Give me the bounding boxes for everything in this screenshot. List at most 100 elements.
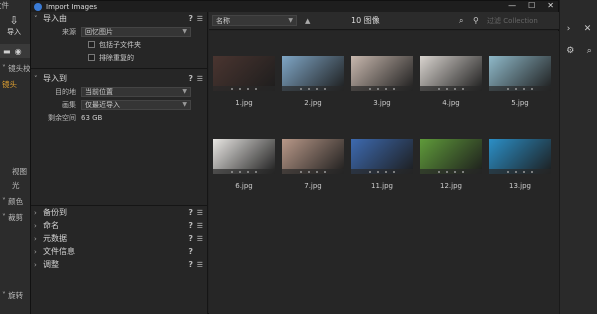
help-icon[interactable]: ? — [188, 14, 193, 23]
import-button[interactable]: ⇩ 导入 — [4, 14, 24, 37]
bg-right-row-1: › ✕ — [560, 24, 597, 34]
thumbnail-item[interactable]: 6.jpg — [213, 139, 275, 190]
section-metadata[interactable]: › 元数据 ? ☰ — [31, 232, 207, 245]
thumbnail-image[interactable] — [351, 139, 413, 174]
thumbnail-filename: 1.jpg — [235, 99, 253, 107]
thumbnail-image[interactable] — [489, 139, 551, 174]
thumbnail-filename: 13.jpg — [509, 182, 531, 190]
album-select[interactable]: 仅最近导入 ▼ — [81, 99, 191, 110]
thumbnail-image[interactable] — [282, 56, 344, 91]
section-title: 导入由 — [43, 14, 67, 23]
help-icon[interactable]: ? — [188, 74, 193, 83]
chevron-down-icon: ˅ — [34, 14, 38, 23]
source-row: 来源 回忆图片 ▼ — [31, 25, 207, 38]
chevron-right-icon[interactable]: › — [567, 24, 571, 34]
album-value: 仅最近导入 — [85, 100, 120, 109]
window-buttons: — ☐ ✕ — [508, 1, 554, 10]
thumbnail-filename: 12.jpg — [440, 182, 462, 190]
sort-select[interactable]: 名称 ▼ — [212, 15, 297, 26]
help-icon[interactable]: ? — [188, 208, 193, 217]
destination-select[interactable]: 当前位置 ▼ — [81, 86, 191, 97]
section-file-info[interactable]: › 文件信息 ? — [31, 245, 207, 258]
close-icon[interactable]: ✕ — [584, 24, 592, 34]
thumbnail-item[interactable]: 7.jpg — [282, 139, 344, 190]
thumbnail-toolbar — [420, 86, 482, 91]
close-icon[interactable]: ✕ — [547, 1, 554, 10]
thumbnail-image[interactable] — [351, 56, 413, 91]
destination-label: 目的地 — [55, 87, 76, 96]
thumbnail-toolbar — [213, 169, 275, 174]
thumbnail-item[interactable]: 3.jpg — [351, 56, 413, 107]
section-title: 调整 — [43, 260, 59, 269]
maximize-icon[interactable]: ☐ — [528, 1, 535, 10]
chevron-down-icon: ▼ — [182, 88, 187, 95]
thumbnail-image[interactable] — [420, 56, 482, 91]
thumbnail-item[interactable]: 12.jpg — [420, 139, 482, 190]
menu-icon[interactable]: ☰ — [197, 222, 203, 230]
dialog-titlebar[interactable]: Import Images — ☐ ✕ — [31, 1, 558, 12]
section-title: 导入到 — [43, 74, 67, 83]
filter-icon[interactable]: ⚲ — [473, 16, 479, 25]
exclude-duplicates-row[interactable]: 排除重复的 — [31, 51, 207, 64]
help-icon[interactable]: ? — [188, 247, 193, 256]
settings-icon[interactable]: ⚙ — [566, 46, 574, 56]
bg-lens-label: ˅ 镜头校 — [2, 64, 31, 73]
thumbnail-item[interactable]: 2.jpg — [282, 56, 344, 107]
menu-icon[interactable]: ☰ — [197, 261, 203, 269]
thumbnail-item[interactable]: 4.jpg — [420, 56, 482, 107]
thumbnail-image[interactable] — [489, 56, 551, 91]
filter-input[interactable]: 过滤 Collection — [487, 15, 551, 26]
destination-row: 目的地 当前位置 ▼ — [31, 85, 207, 98]
album-row: 画集 仅最近导入 ▼ — [31, 98, 207, 111]
search-icon[interactable]: ⌕ — [587, 46, 592, 56]
album-label: 画集 — [62, 100, 76, 109]
thumbnail-item[interactable]: 5.jpg — [489, 56, 551, 107]
include-subfolders-checkbox[interactable] — [88, 41, 95, 48]
thumbnail-image[interactable] — [420, 139, 482, 174]
thumbnail-image[interactable] — [213, 56, 275, 91]
section-import-to[interactable]: ˅ 导入到 ? ☰ — [31, 72, 207, 85]
thumbnail-toolbar — [489, 86, 551, 91]
thumbnail-image[interactable] — [282, 139, 344, 174]
chevron-down-icon: ▼ — [288, 17, 293, 24]
include-subfolders-row[interactable]: 包括子文件夹 — [31, 38, 207, 51]
camera-icon[interactable]: ◉ — [15, 47, 22, 56]
thumbnail-item[interactable]: 1.jpg — [213, 56, 275, 107]
help-icon[interactable]: ? — [188, 221, 193, 230]
thumbnail-filename: 2.jpg — [304, 99, 322, 107]
folder-icon[interactable]: ▬ — [3, 47, 11, 56]
sort-direction-icon[interactable]: ▲ — [305, 17, 310, 25]
import-dialog: Import Images — ☐ ✕ ˅ 导入由 ? ☰ 来源 回忆图片 ▼ … — [30, 0, 559, 314]
thumbnail-image[interactable] — [213, 139, 275, 174]
browser-toolbar: 名称 ▼ ▲ 10 图像 ⌕ ⚲ 过滤 Collection — [209, 12, 559, 30]
chevron-down-icon: ▼ — [182, 28, 187, 35]
chevron-right-icon: › — [34, 234, 37, 243]
thumbnail-toolbar — [351, 86, 413, 91]
help-icon[interactable]: ? — [188, 234, 193, 243]
exclude-duplicates-label: 排除重复的 — [99, 53, 134, 62]
menu-icon[interactable]: ☰ — [197, 15, 203, 23]
thumbnail-toolbar — [351, 169, 413, 174]
search-icon[interactable]: ⌕ — [459, 16, 463, 26]
thumbnail-filename: 4.jpg — [442, 99, 460, 107]
section-adjustments[interactable]: › 调整 ? ☰ — [31, 258, 207, 271]
source-select[interactable]: 回忆图片 ▼ — [81, 26, 191, 37]
thumbnail-item[interactable]: 13.jpg — [489, 139, 551, 190]
menu-icon[interactable]: ☰ — [197, 235, 203, 243]
app-logo-icon — [34, 2, 42, 11]
minimize-icon[interactable]: — — [508, 1, 516, 10]
bg-tab[interactable]: 镜头 — [2, 79, 17, 90]
section-import-from[interactable]: ˅ 导入由 ? ☰ — [31, 12, 207, 25]
thumbnail-item[interactable]: 11.jpg — [351, 139, 413, 190]
help-icon[interactable]: ? — [188, 260, 193, 269]
menu-file[interactable]: 文件 — [0, 0, 9, 11]
menu-icon[interactable]: ☰ — [197, 75, 203, 83]
chevron-down-icon: ˅ — [34, 74, 38, 83]
exclude-duplicates-checkbox[interactable] — [88, 54, 95, 61]
bg-side-label-1: 光 — [12, 181, 20, 190]
chevron-right-icon: › — [34, 247, 37, 256]
bg-side-label-2: ˅ 颜色 — [2, 197, 24, 206]
section-backup-to[interactable]: › 备份到 ? ☰ — [31, 206, 207, 219]
menu-icon[interactable]: ☰ — [197, 209, 203, 217]
section-naming[interactable]: › 命名 ? ☰ — [31, 219, 207, 232]
